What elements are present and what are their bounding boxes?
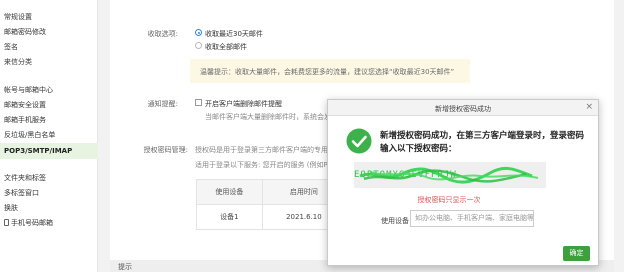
close-icon[interactable]: × <box>585 102 593 112</box>
sidebar-item-multitab[interactable]: 多标签窗口 <box>0 186 98 200</box>
code-once-warning: 授权密码只显示一次 <box>417 196 481 204</box>
delete-notify-label[interactable]: 开启客户端删除邮件提醒 <box>205 99 282 109</box>
sidebar-item-signature[interactable]: 签名 <box>0 40 98 54</box>
sidebar-item-security[interactable]: 邮箱安全设置 <box>0 98 98 112</box>
tip-text: 温馨提示：收取大量邮件，会耗费您更多的流量，建议您选择“收取最近30天邮件” <box>200 68 455 76</box>
sidebar-item-skin[interactable]: 换肤 <box>0 201 98 215</box>
auth-success-dialog: 新增授权密码成功 × 新增授权密码成功，在第三方客户端登录时，登录密码输入以下授… <box>327 99 599 266</box>
notify-description: 当邮件客户端大量删除邮件时，系统会发送 <box>205 113 338 121</box>
sidebar-item-antispam[interactable]: 反垃圾/黑白名单 <box>0 128 98 142</box>
success-check-icon <box>346 128 372 154</box>
sidebar-item-phone-mailbox[interactable]: 手机号码邮箱 <box>0 216 98 230</box>
notify-label: 通知提醒: <box>147 100 178 108</box>
radio-all-mail[interactable] <box>195 42 202 49</box>
mobile-phone-icon <box>4 219 9 226</box>
auth-devices-table: 使用设备 启用时间 设备1 2021.6.10 <box>196 179 347 230</box>
confirm-button[interactable]: 确定 <box>563 246 590 261</box>
redaction-scribble <box>359 166 539 184</box>
settings-sidebar: 常规设置 邮箱密码修改 签名 来信分类 帐号与邮箱中心 邮箱安全设置 邮箱手机服… <box>0 0 98 272</box>
sidebar-item-password[interactable]: 邮箱密码修改 <box>0 25 98 39</box>
sidebar-item-phone-label: 手机号码邮箱 <box>11 219 53 227</box>
receive-options-label: 收取选项: <box>147 30 178 38</box>
sidebar-item-mobile-service[interactable]: 邮箱手机服务 <box>0 113 98 127</box>
sidebar-item-folders[interactable]: 文件夹和标签 <box>0 171 98 185</box>
column-header-device: 使用设备 <box>196 179 263 205</box>
table-header-row: 使用设备 启用时间 <box>196 179 347 205</box>
dialog-message: 新增授权密码成功，在第三方客户端登录时，登录密码输入以下授权密码： <box>380 131 585 154</box>
auth-description-2: 适用于登录以下服务: 您开启的服务 (例如POP <box>195 161 338 169</box>
dialog-title: 新增授权密码成功 <box>435 105 491 113</box>
dialog-header: 新增授权密码成功 × <box>328 100 598 116</box>
sidebar-item-mail-category[interactable]: 来信分类 <box>0 55 98 69</box>
sidebar-item-pop3[interactable]: POP3/SMTP/IMAP <box>0 143 98 159</box>
radio-all-mail-label[interactable]: 收取全部邮件 <box>205 42 247 52</box>
sidebar-item-account-center[interactable]: 帐号与邮箱中心 <box>0 83 98 97</box>
delete-notify-checkbox[interactable] <box>195 99 202 106</box>
sidebar-item-general[interactable]: 常规设置 <box>0 10 98 24</box>
tip-box: 温馨提示：收取大量邮件，会耗费您更多的流量，建议您选择“收取最近30天邮件” <box>190 59 470 83</box>
device-input[interactable]: 如办公电脑、手机客户端、家庭电脑等 <box>410 210 534 227</box>
radio-recent-30-days[interactable] <box>195 29 202 36</box>
table-row: 设备1 2021.6.10 <box>196 204 347 230</box>
device-label: 使用设备 <box>381 217 409 225</box>
radio-recent-30-days-label[interactable]: 收取最近30天邮件 <box>205 29 263 39</box>
auth-code-label: 授权密码管理: <box>143 146 188 154</box>
auth-description-1: 授权码是用于登录第三方邮件客户端的专用密 <box>195 146 335 154</box>
bottom-section-title: 提示 <box>118 263 132 271</box>
cell-device: 设备1 <box>196 204 263 230</box>
